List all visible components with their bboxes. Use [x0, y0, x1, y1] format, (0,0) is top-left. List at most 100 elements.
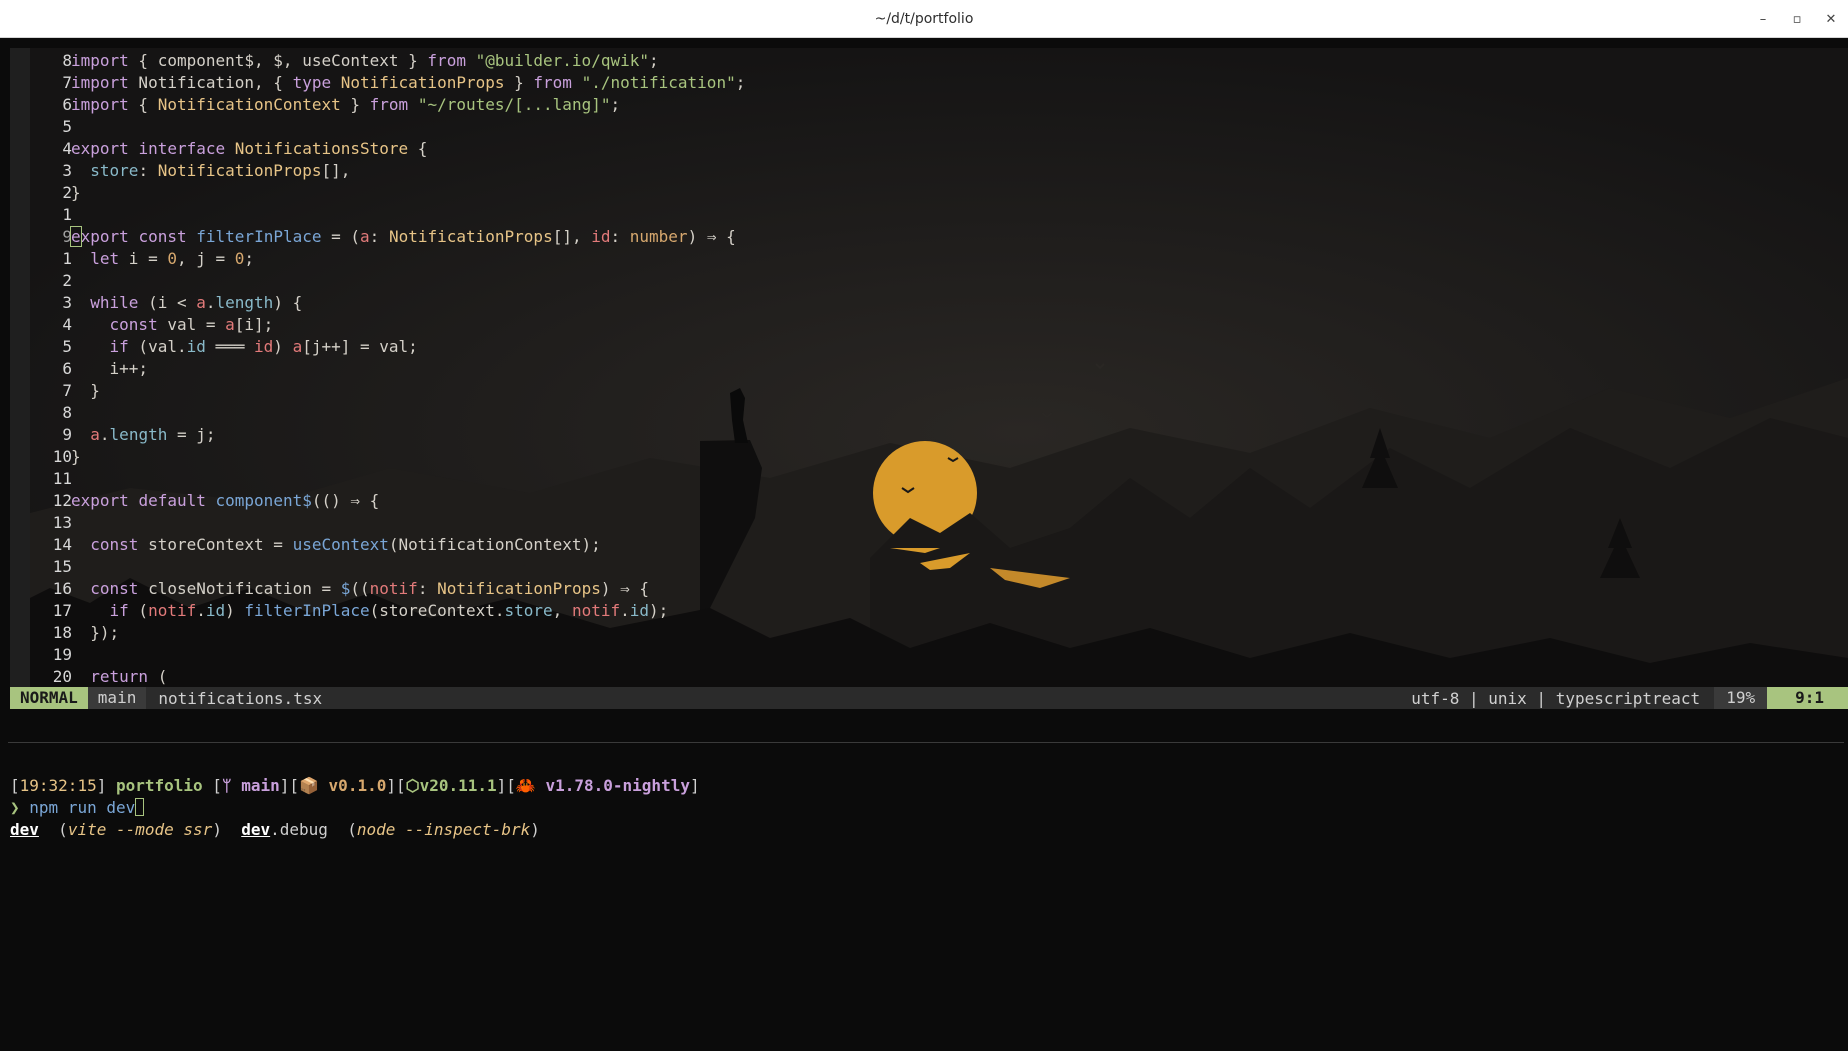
line-text: i++;: [71, 358, 149, 380]
maximize-icon[interactable]: ▫: [1780, 0, 1814, 38]
code-line[interactable]: 18 });: [10, 622, 1848, 644]
suggestion-dev-desc: vite --mode ssr: [67, 820, 213, 839]
code-line[interactable]: 1 let i = 0, j = 0;: [10, 248, 1848, 270]
pane-divider[interactable]: [8, 742, 1844, 743]
code-token: a: [292, 337, 303, 356]
code-token: );: [649, 601, 669, 620]
line-number: 3: [62, 293, 72, 312]
vim-statusline: NORMAL main notifications.tsx utf-8 | un…: [10, 687, 1848, 709]
code-token: export: [71, 139, 129, 158]
line-text: while (i < a.length) {: [71, 292, 302, 314]
code-token: const: [138, 227, 187, 246]
line-number: 3: [62, 161, 72, 180]
code-token: .: [620, 601, 630, 620]
suggestion-dev-debug[interactable]: dev: [241, 820, 270, 839]
code-token: ) {: [273, 293, 303, 312]
code-token: import: [71, 51, 129, 70]
line-number: 9: [62, 227, 72, 246]
code-line[interactable]: 15: [10, 556, 1848, 578]
window-titlebar[interactable]: ~/d/t/portfolio – ▫ ✕: [0, 0, 1848, 38]
line-number: 11: [52, 469, 72, 488]
code-token: const: [90, 579, 139, 598]
code-token: a: [225, 315, 235, 334]
code-token: id: [205, 601, 226, 620]
code-line[interactable]: 9 export const filterInPlace = (a: Notifi…: [10, 226, 1848, 248]
line-number: 1: [62, 249, 72, 268]
code-line[interactable]: 4 export interface NotificationsStore {: [10, 138, 1848, 160]
mode-indicator: NORMAL: [10, 687, 88, 709]
code-line[interactable]: 8 import { component$, $, useContext } fr…: [10, 50, 1848, 72]
code-token: from: [369, 95, 409, 114]
git-branch-icon: ᛘ: [221, 776, 232, 795]
code-line[interactable]: 14 const storeContext = useContext(Notif…: [10, 534, 1848, 556]
code-token: a: [90, 425, 100, 444]
code-token: i++;: [71, 359, 149, 378]
code-token: i =: [119, 249, 168, 268]
code-line[interactable]: 6 i++;: [10, 358, 1848, 380]
code-line[interactable]: 7 import Notification, { type Notificatio…: [10, 72, 1848, 94]
close-icon[interactable]: ✕: [1814, 0, 1848, 38]
code-token: NotificationContext: [157, 95, 341, 114]
code-line[interactable]: 10}: [10, 446, 1848, 468]
code-line[interactable]: 1: [10, 204, 1848, 226]
code-token: [i];: [234, 315, 274, 334]
code-line[interactable]: 3 store: NotificationProps[],: [10, 160, 1848, 182]
code-area[interactable]: 8 import { component$, $, useContext } fr…: [10, 50, 1848, 688]
code-line[interactable]: 7 }: [10, 380, 1848, 402]
line-number: 7: [62, 73, 72, 92]
code-token: .: [196, 601, 206, 620]
code-line[interactable]: 6 import { NotificationContext } from "~/…: [10, 94, 1848, 116]
command-input-line[interactable]: ❯ npm run dev: [10, 797, 700, 819]
code-line[interactable]: 5: [10, 116, 1848, 138]
suggestion-dev[interactable]: dev: [10, 820, 39, 839]
code-line[interactable]: 20 return (: [10, 666, 1848, 688]
minimize-icon[interactable]: –: [1746, 0, 1780, 38]
code-token: notif: [148, 601, 197, 620]
file-info: utf-8 | unix | typescriptreact: [1411, 688, 1701, 708]
code-line[interactable]: 2}: [10, 182, 1848, 204]
code-token: = (: [321, 227, 361, 246]
code-line[interactable]: 4 const val = a[i];: [10, 314, 1848, 336]
code-line[interactable]: 5 if (val.id ═══ id) a[j++] = val;: [10, 336, 1848, 358]
editor-pane[interactable]: 8 import { component$, $, useContext } fr…: [10, 48, 1848, 688]
code-token: id: [591, 227, 611, 246]
code-token: notif: [369, 579, 418, 598]
code-token: = j;: [167, 425, 216, 444]
code-token: "./notification": [581, 73, 736, 92]
code-line[interactable]: 19: [10, 644, 1848, 666]
code-token: (: [148, 667, 168, 686]
line-text: import Notification, { type Notification…: [71, 72, 745, 94]
code-line[interactable]: 8: [10, 402, 1848, 424]
code-line[interactable]: 17 if (notif.id) filterInPlace(storeCont…: [10, 600, 1848, 622]
code-token: notif: [571, 601, 621, 620]
code-token: }: [504, 73, 534, 92]
code-token: filterInPlace: [196, 227, 322, 246]
code-line[interactable]: 16 const closeNotification = $((notif: N…: [10, 578, 1848, 600]
code-line[interactable]: 11: [10, 468, 1848, 490]
code-line[interactable]: 9 a.length = j;: [10, 424, 1848, 446]
terminal-pane[interactable]: [19:32:15] portfolio [ᛘ main][📦 v0.1.0][…: [10, 775, 700, 841]
code-token: ;: [244, 249, 255, 268]
code-line[interactable]: 12 export default component$(() ⇒ {: [10, 490, 1848, 512]
code-token: }: [71, 381, 100, 400]
code-token: id: [186, 337, 206, 356]
code-token: }: [71, 447, 81, 466]
code-token: const: [109, 315, 158, 334]
code-token: return: [90, 667, 149, 686]
code-line[interactable]: 3 while (i < a.length) {: [10, 292, 1848, 314]
rust-crab-icon: 🦀: [515, 776, 536, 795]
package-icon: 📦: [298, 776, 319, 795]
code-token: (storeContext.: [369, 601, 505, 620]
code-token: :: [610, 227, 630, 246]
code-line[interactable]: 13: [10, 512, 1848, 534]
line-number: 4: [62, 315, 72, 334]
code-line[interactable]: 2: [10, 270, 1848, 292]
